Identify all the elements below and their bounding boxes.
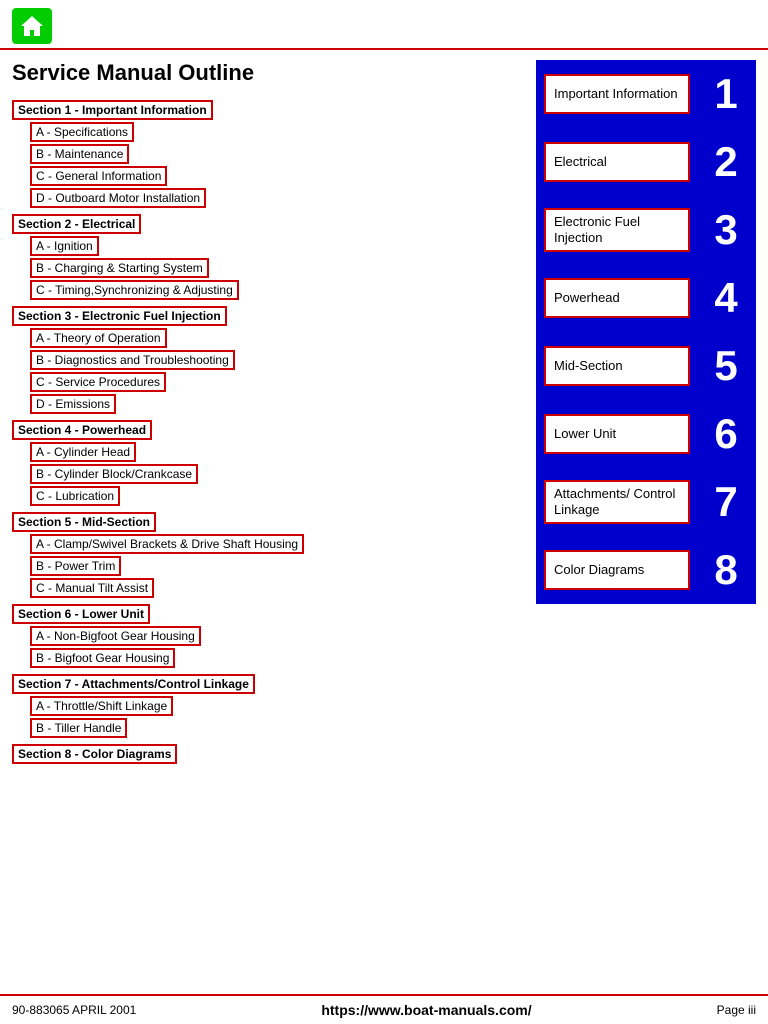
sub-item-3-1[interactable]: A - Theory of Operation bbox=[30, 328, 167, 348]
nav-tile-4[interactable]: Powerhead4 bbox=[536, 264, 756, 332]
section-block-6: Section 6 - Lower UnitA - Non-Bigfoot Ge… bbox=[12, 600, 526, 668]
page-footer: 90-883065 APRIL 2001 https://www.boat-ma… bbox=[0, 994, 768, 1024]
nav-tile-label-5: Mid-Section bbox=[544, 346, 690, 386]
section-header-5[interactable]: Section 5 - Mid-Section bbox=[12, 512, 156, 532]
section-header-3[interactable]: Section 3 - Electronic Fuel Injection bbox=[12, 306, 227, 326]
outline-column: Service Manual Outline Section 1 - Impor… bbox=[12, 60, 526, 768]
section-header-1[interactable]: Section 1 - Important Information bbox=[12, 100, 213, 120]
sub-item-4-1[interactable]: A - Cylinder Head bbox=[30, 442, 136, 462]
section-header-4[interactable]: Section 4 - Powerhead bbox=[12, 420, 152, 440]
home-icon[interactable] bbox=[12, 8, 52, 44]
sub-item-3-4[interactable]: D - Emissions bbox=[30, 394, 116, 414]
section-header-8[interactable]: Section 8 - Color Diagrams bbox=[12, 744, 177, 764]
nav-tile-3[interactable]: Electronic Fuel Injection3 bbox=[536, 196, 756, 264]
nav-tile-number-4: 4 bbox=[696, 274, 756, 322]
sub-item-6-1[interactable]: A - Non-Bigfoot Gear Housing bbox=[30, 626, 201, 646]
nav-tile-2[interactable]: Electrical2 bbox=[536, 128, 756, 196]
nav-tile-number-2: 2 bbox=[696, 138, 756, 186]
sub-item-6-2[interactable]: B - Bigfoot Gear Housing bbox=[30, 648, 175, 668]
footer-url: https://www.boat-manuals.com/ bbox=[321, 1002, 531, 1018]
sub-item-4-3[interactable]: C - Lubrication bbox=[30, 486, 120, 506]
nav-tile-number-8: 8 bbox=[696, 546, 756, 594]
page-title: Service Manual Outline bbox=[12, 60, 526, 86]
nav-tile-5[interactable]: Mid-Section5 bbox=[536, 332, 756, 400]
section-block-7: Section 7 - Attachments/Control LinkageA… bbox=[12, 670, 526, 738]
nav-tile-number-6: 6 bbox=[696, 410, 756, 458]
sub-item-4-2[interactable]: B - Cylinder Block/Crankcase bbox=[30, 464, 198, 484]
nav-tile-number-7: 7 bbox=[696, 478, 756, 526]
nav-tile-7[interactable]: Attachments/ Control Linkage7 bbox=[536, 468, 756, 536]
nav-tile-8[interactable]: Color Diagrams8 bbox=[536, 536, 756, 604]
footer-left: 90-883065 APRIL 2001 bbox=[12, 1003, 136, 1017]
sub-item-1-2[interactable]: B - Maintenance bbox=[30, 144, 129, 164]
nav-tile-number-1: 1 bbox=[696, 70, 756, 118]
nav-tiles-column: Important Information1Electrical2Electro… bbox=[536, 60, 756, 768]
nav-tile-label-1: Important Information bbox=[544, 74, 690, 114]
nav-tile-label-3: Electronic Fuel Injection bbox=[544, 208, 690, 251]
sub-item-1-4[interactable]: D - Outboard Motor Installation bbox=[30, 188, 206, 208]
sub-item-3-3[interactable]: C - Service Procedures bbox=[30, 372, 166, 392]
section-block-1: Section 1 - Important InformationA - Spe… bbox=[12, 96, 526, 208]
nav-tile-label-6: Lower Unit bbox=[544, 414, 690, 454]
sub-item-2-2[interactable]: B - Charging & Starting System bbox=[30, 258, 209, 278]
sub-item-1-1[interactable]: A - Specifications bbox=[30, 122, 134, 142]
section-header-2[interactable]: Section 2 - Electrical bbox=[12, 214, 141, 234]
main-layout: Service Manual Outline Section 1 - Impor… bbox=[0, 50, 768, 778]
sub-item-2-3[interactable]: C - Timing,Synchronizing & Adjusting bbox=[30, 280, 239, 300]
sub-item-3-2[interactable]: B - Diagnostics and Troubleshooting bbox=[30, 350, 235, 370]
sub-item-2-1[interactable]: A - Ignition bbox=[30, 236, 99, 256]
section-header-6[interactable]: Section 6 - Lower Unit bbox=[12, 604, 150, 624]
nav-tiles-container: Important Information1Electrical2Electro… bbox=[536, 60, 756, 604]
section-header-7[interactable]: Section 7 - Attachments/Control Linkage bbox=[12, 674, 255, 694]
nav-tile-label-8: Color Diagrams bbox=[544, 550, 690, 590]
sub-item-7-2[interactable]: B - Tiller Handle bbox=[30, 718, 127, 738]
footer-right: Page iii bbox=[717, 1003, 756, 1017]
sub-item-5-1[interactable]: A - Clamp/Swivel Brackets & Drive Shaft … bbox=[30, 534, 304, 554]
nav-tile-6[interactable]: Lower Unit6 bbox=[536, 400, 756, 468]
nav-tile-number-5: 5 bbox=[696, 342, 756, 390]
nav-tile-number-3: 3 bbox=[696, 206, 756, 254]
sub-item-5-2[interactable]: B - Power Trim bbox=[30, 556, 121, 576]
nav-tile-1[interactable]: Important Information1 bbox=[536, 60, 756, 128]
section-block-5: Section 5 - Mid-SectionA - Clamp/Swivel … bbox=[12, 508, 526, 598]
section-block-4: Section 4 - PowerheadA - Cylinder HeadB … bbox=[12, 416, 526, 506]
sections-container: Section 1 - Important InformationA - Spe… bbox=[12, 96, 526, 766]
nav-tile-label-7: Attachments/ Control Linkage bbox=[544, 480, 690, 523]
section-block-2: Section 2 - ElectricalA - IgnitionB - Ch… bbox=[12, 210, 526, 300]
sub-item-7-1[interactable]: A - Throttle/Shift Linkage bbox=[30, 696, 173, 716]
section-block-3: Section 3 - Electronic Fuel InjectionA -… bbox=[12, 302, 526, 414]
sub-item-1-3[interactable]: C - General Information bbox=[30, 166, 167, 186]
sub-item-5-3[interactable]: C - Manual Tilt Assist bbox=[30, 578, 154, 598]
nav-tile-label-2: Electrical bbox=[544, 142, 690, 182]
section-block-8: Section 8 - Color Diagrams bbox=[12, 740, 526, 766]
nav-tile-label-4: Powerhead bbox=[544, 278, 690, 318]
page-header bbox=[0, 0, 768, 50]
